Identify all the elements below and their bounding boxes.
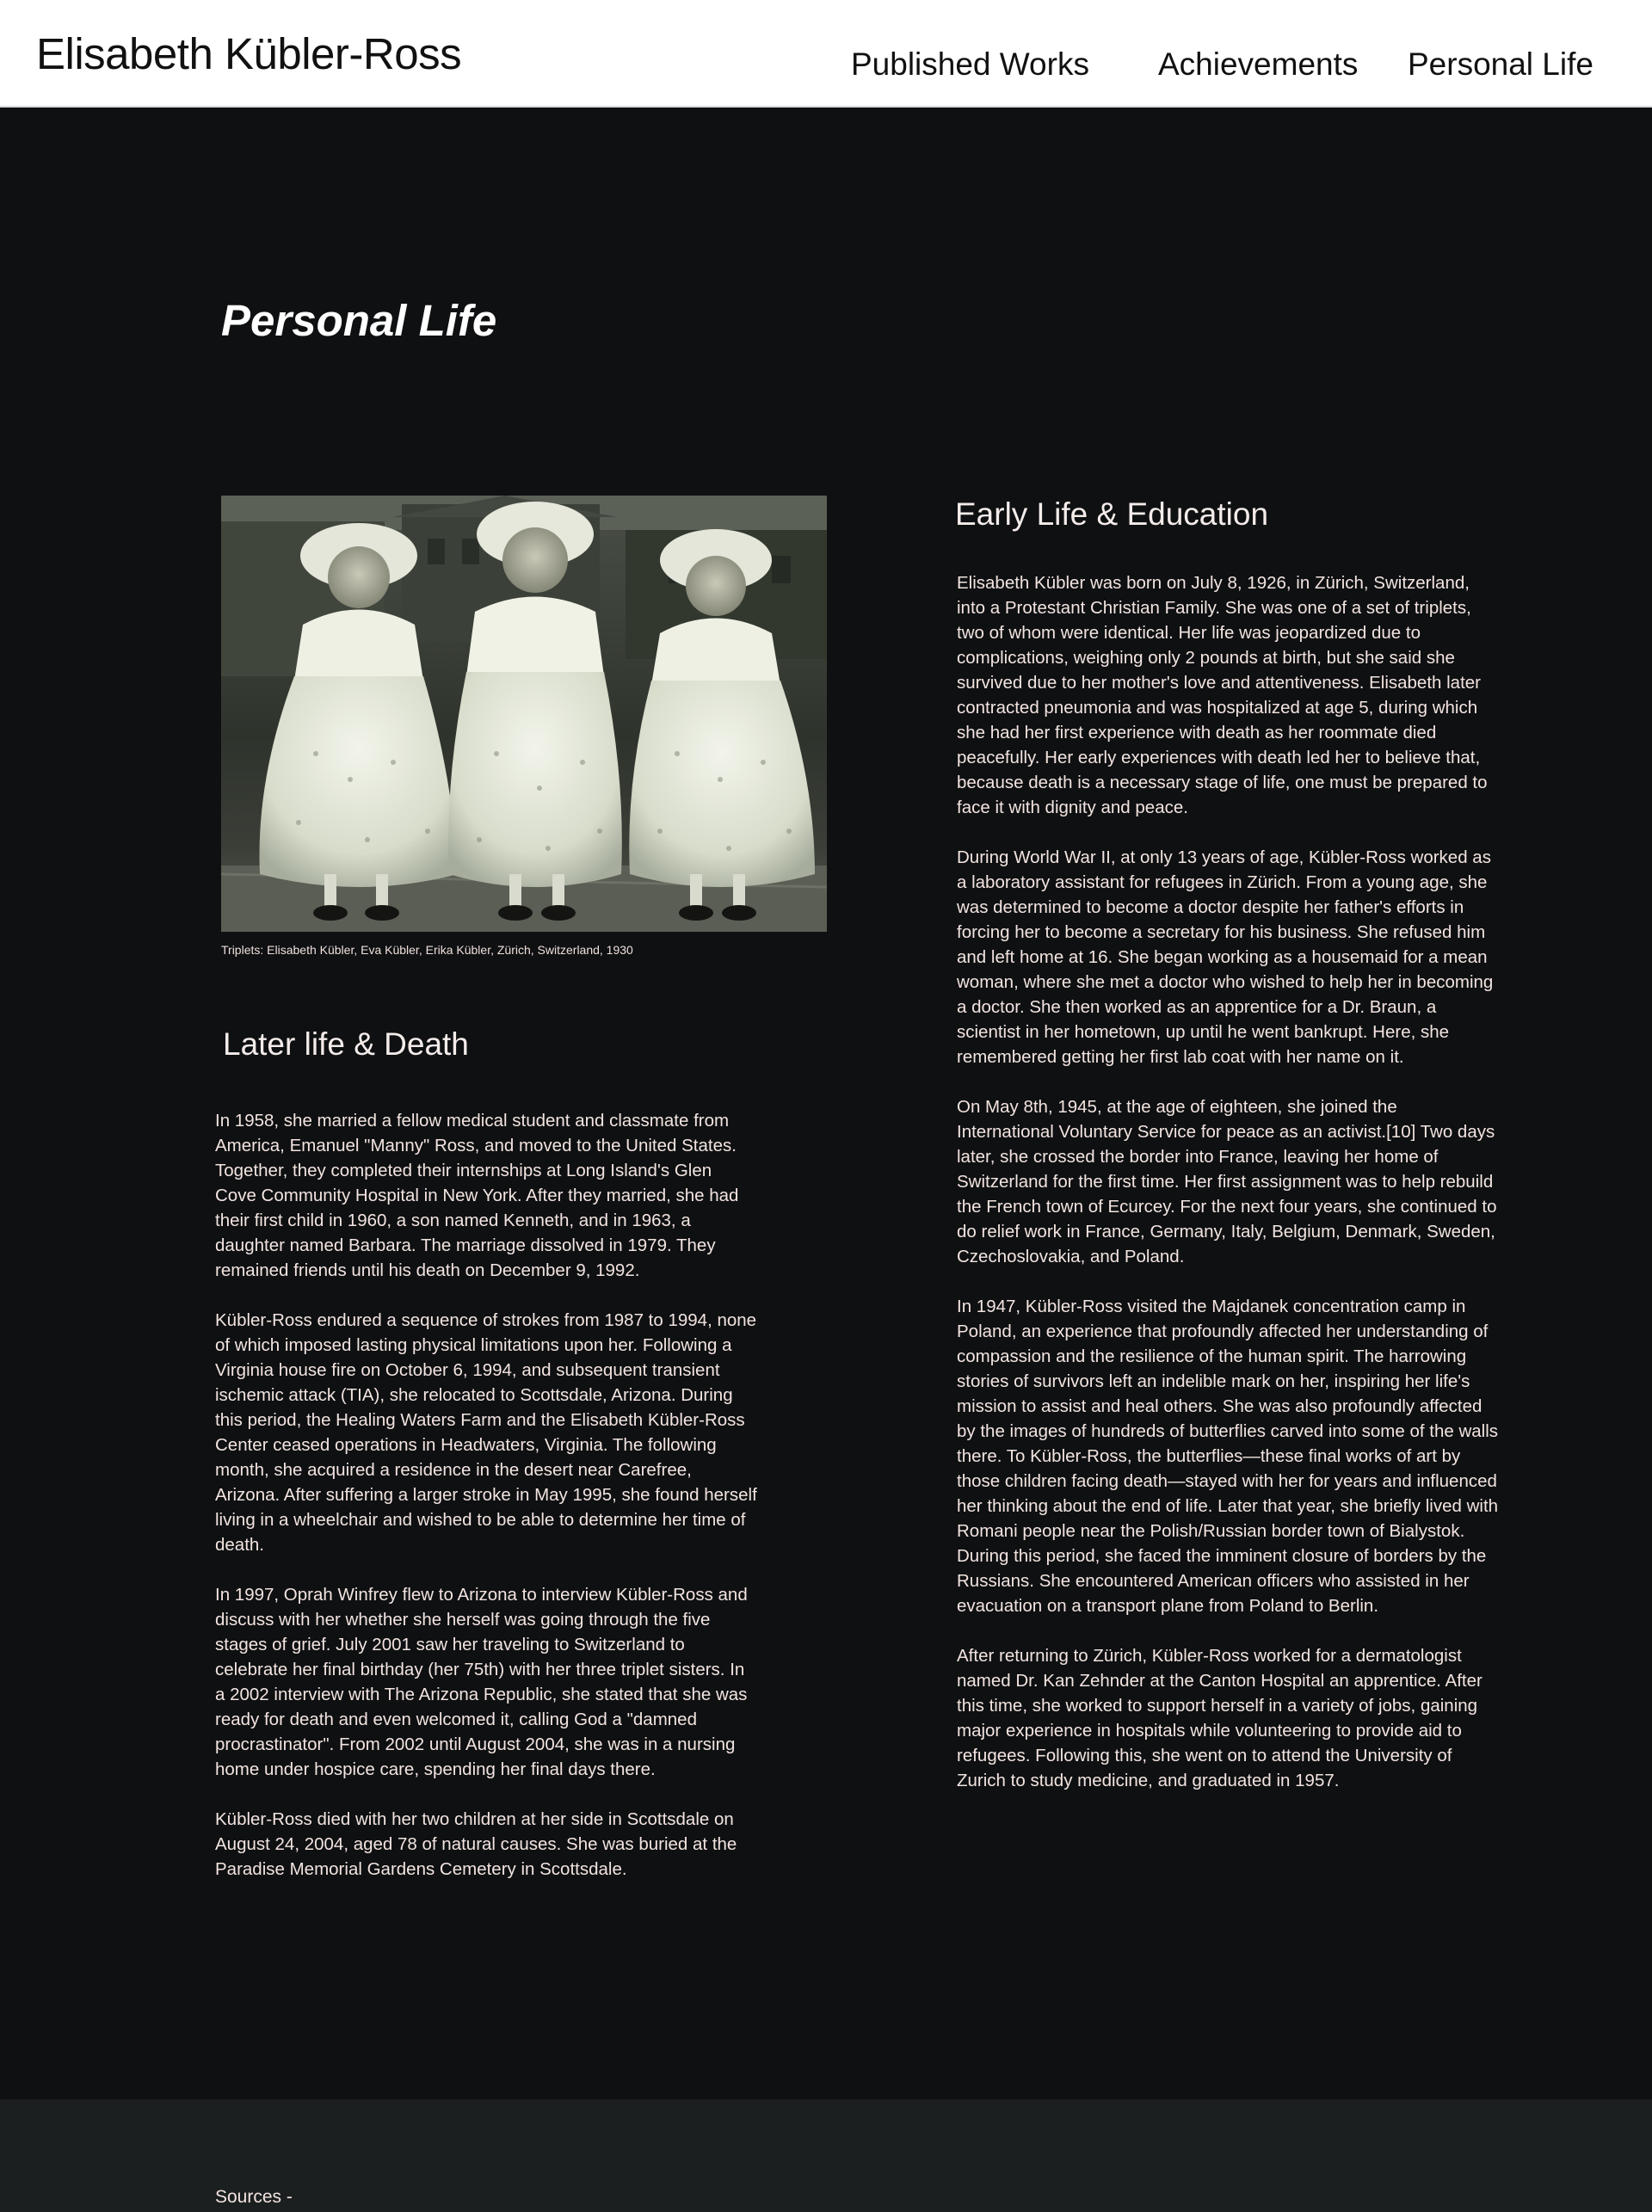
site-footer: Sources - xyxy=(0,2099,1652,2212)
site-header: Elisabeth Kübler-Ross Published Works Ac… xyxy=(0,0,1652,108)
nav-personal-life[interactable]: Personal Life xyxy=(1408,43,1593,86)
photo-caption: Triplets: Elisabeth Kübler, Eva Kübler, … xyxy=(221,943,633,957)
later-life-paragraph: In 1997, Oprah Winfrey flew to Arizona t… xyxy=(215,1585,748,1779)
triplets-photo xyxy=(221,496,827,932)
early-life-paragraph: On May 8th, 1945, at the age of eighteen… xyxy=(957,1097,1497,1266)
early-life-paragraph: In 1947, Kübler-Ross visited the Majdane… xyxy=(957,1297,1499,1616)
early-life-text: Elisabeth Kübler was born on July 8, 192… xyxy=(957,570,1499,1818)
early-life-paragraph: Elisabeth Kübler was born on July 8, 192… xyxy=(957,573,1488,817)
nav-achievements[interactable]: Achievements xyxy=(1158,43,1358,86)
early-life-heading: Early Life & Education xyxy=(955,496,1269,532)
site-title[interactable]: Elisabeth Kübler-Ross xyxy=(36,28,462,81)
later-life-text: In 1958, she married a fellow medical st… xyxy=(215,1108,757,1907)
sources-label: Sources - xyxy=(215,2187,293,2207)
later-life-paragraph: Kübler-Ross endured a sequence of stroke… xyxy=(215,1310,757,1555)
later-life-paragraph: In 1958, she married a fellow medical st… xyxy=(215,1111,739,1280)
nav-published-works[interactable]: Published Works xyxy=(851,43,1089,86)
page-title: Personal Life xyxy=(221,296,497,345)
later-life-paragraph: Kübler-Ross died with her two children a… xyxy=(215,1809,737,1879)
later-life-heading: Later life & Death xyxy=(223,1026,469,1062)
early-life-paragraph: After returning to Zürich, Kübler-Ross w… xyxy=(957,1646,1482,1790)
main-content: Personal Life Triplets: Elisabeth Kübler… xyxy=(0,109,1652,2099)
early-life-paragraph: During World War II, at only 13 years of… xyxy=(957,847,1494,1067)
